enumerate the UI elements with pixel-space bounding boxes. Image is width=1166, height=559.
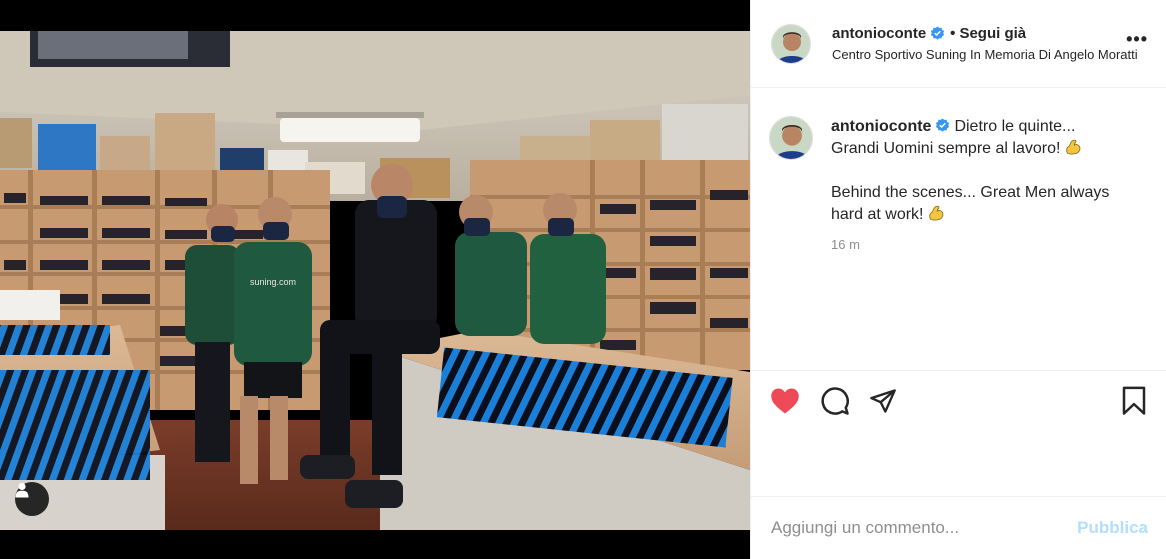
location-link[interactable]: Centro Sportivo Suning In Memoria Di Ang… bbox=[832, 47, 1142, 62]
paper-plane-icon bbox=[870, 389, 896, 413]
publish-button[interactable]: Pubblica bbox=[1077, 518, 1148, 538]
flexed-biceps-icon bbox=[1066, 139, 1081, 155]
like-button[interactable] bbox=[769, 385, 801, 417]
flexed-biceps-icon bbox=[929, 205, 944, 221]
comment-input[interactable] bbox=[771, 518, 1078, 538]
avatar[interactable] bbox=[771, 23, 811, 64]
caption-area: antonioconte Dietro le quinte... Grandi … bbox=[751, 88, 1166, 370]
photo-canvas: suning.com bbox=[0, 0, 750, 559]
caption-line-4: hard at work! bbox=[831, 206, 924, 223]
caption-line-3: Behind the scenes... Great Men always bbox=[831, 184, 1110, 201]
caption-username[interactable]: antonioconte bbox=[831, 118, 931, 135]
tagged-users-button[interactable] bbox=[15, 482, 49, 516]
action-bar bbox=[751, 370, 1166, 496]
comment-button[interactable] bbox=[819, 385, 851, 417]
post-dialog: suning.com antonioconte • Segui già Cent… bbox=[0, 0, 1166, 559]
bookmark-icon bbox=[1122, 386, 1146, 415]
verified-badge-icon bbox=[936, 118, 950, 132]
user-icon bbox=[15, 482, 29, 498]
follow-button[interactable]: Segui già bbox=[959, 25, 1026, 42]
post-sidebar: antonioconte • Segui già Centro Sportivo… bbox=[750, 0, 1166, 559]
share-button[interactable] bbox=[867, 385, 899, 417]
caption-avatar-image bbox=[770, 117, 812, 159]
caption-line-2: Grandi Uomini sempre al lavoro! bbox=[831, 140, 1061, 157]
verified-badge-icon bbox=[931, 26, 945, 40]
svg-text:suning.com: suning.com bbox=[250, 277, 296, 287]
comment-icon bbox=[821, 387, 849, 415]
caption: antonioconte Dietro le quinte... Grandi … bbox=[769, 116, 1150, 256]
avatar-image bbox=[772, 24, 810, 63]
caption-line-1: Dietro le quinte... bbox=[954, 118, 1076, 135]
separator-dot: • bbox=[950, 25, 956, 42]
post-header: antonioconte • Segui già Centro Sportivo… bbox=[751, 0, 1166, 88]
add-comment-bar: Pubblica bbox=[751, 496, 1166, 559]
more-options-icon[interactable]: ••• bbox=[1126, 30, 1148, 48]
post-timestamp[interactable]: 16 m bbox=[831, 234, 1150, 256]
caption-avatar[interactable] bbox=[769, 116, 813, 160]
caption-gap bbox=[831, 160, 1150, 182]
save-button[interactable] bbox=[1118, 385, 1150, 417]
heart-icon bbox=[771, 388, 799, 414]
post-photo[interactable]: suning.com bbox=[0, 0, 750, 559]
header-username[interactable]: antonioconte bbox=[832, 25, 926, 42]
